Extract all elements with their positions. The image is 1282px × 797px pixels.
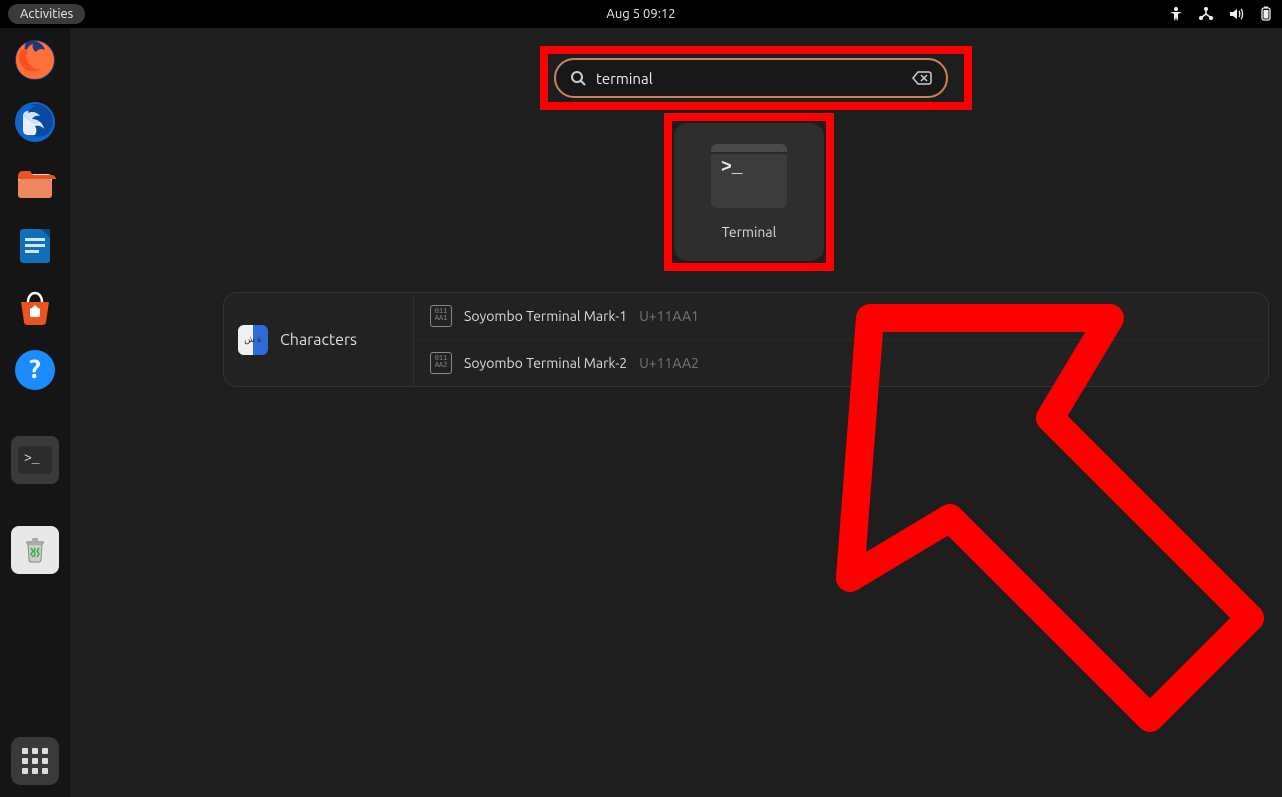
dock-item-libreoffice-writer[interactable] bbox=[11, 222, 59, 270]
glyph-placeholder-icon: 011AA1 bbox=[430, 305, 452, 327]
character-result-item[interactable]: 011AA1 Soyombo Terminal Mark-1 U+11AA1 bbox=[414, 293, 1268, 340]
dock-item-trash[interactable] bbox=[11, 526, 59, 574]
overview-search[interactable] bbox=[554, 58, 948, 98]
battery-icon[interactable] bbox=[1258, 6, 1274, 22]
svg-text:?: ? bbox=[29, 354, 40, 383]
dock-item-files[interactable] bbox=[11, 160, 59, 208]
terminal-app-icon bbox=[711, 144, 787, 208]
volume-icon[interactable] bbox=[1228, 6, 1244, 22]
character-name: Soyombo Terminal Mark-2 bbox=[464, 355, 627, 371]
dock-item-ubuntu-software[interactable] bbox=[11, 284, 59, 332]
dock-item-terminal[interactable]: >_ bbox=[11, 436, 59, 484]
character-code: U+11AA2 bbox=[639, 355, 699, 371]
character-result-item[interactable]: 011AA2 Soyombo Terminal Mark-2 U+11AA2 bbox=[414, 340, 1268, 386]
activities-button[interactable]: Activities bbox=[8, 4, 85, 24]
app-result-label: Terminal bbox=[722, 224, 777, 240]
top-bar: Activities Aug 5 09:12 bbox=[0, 0, 1282, 28]
character-name: Soyombo Terminal Mark-1 bbox=[464, 308, 627, 324]
search-input[interactable] bbox=[596, 70, 902, 87]
accessibility-icon[interactable] bbox=[1168, 6, 1184, 22]
activities-overview: Terminal Characters 011AA1 Soyombo Termi… bbox=[70, 28, 1282, 797]
characters-section-header[interactable]: Characters bbox=[224, 293, 414, 386]
characters-app-icon bbox=[238, 325, 268, 355]
character-code: U+11AA1 bbox=[639, 308, 699, 324]
show-apps-button[interactable] bbox=[11, 737, 59, 785]
dock-item-help[interactable]: ? bbox=[11, 346, 59, 394]
clock[interactable]: Aug 5 09:12 bbox=[606, 7, 675, 21]
dock-item-thunderbird[interactable] bbox=[11, 98, 59, 146]
apps-grid-icon bbox=[22, 748, 48, 774]
system-tray[interactable] bbox=[1168, 6, 1274, 22]
network-icon[interactable] bbox=[1198, 6, 1214, 22]
svg-text:>_: >_ bbox=[24, 451, 40, 466]
characters-section-label: Characters bbox=[280, 331, 357, 349]
clear-search-icon[interactable] bbox=[912, 70, 932, 86]
glyph-placeholder-icon: 011AA2 bbox=[430, 352, 452, 374]
dock: ? >_ bbox=[0, 28, 70, 797]
dock-item-firefox[interactable] bbox=[11, 36, 59, 84]
app-result-terminal[interactable]: Terminal bbox=[674, 123, 824, 261]
characters-results: Characters 011AA1 Soyombo Terminal Mark-… bbox=[223, 292, 1269, 387]
search-icon bbox=[570, 70, 586, 86]
